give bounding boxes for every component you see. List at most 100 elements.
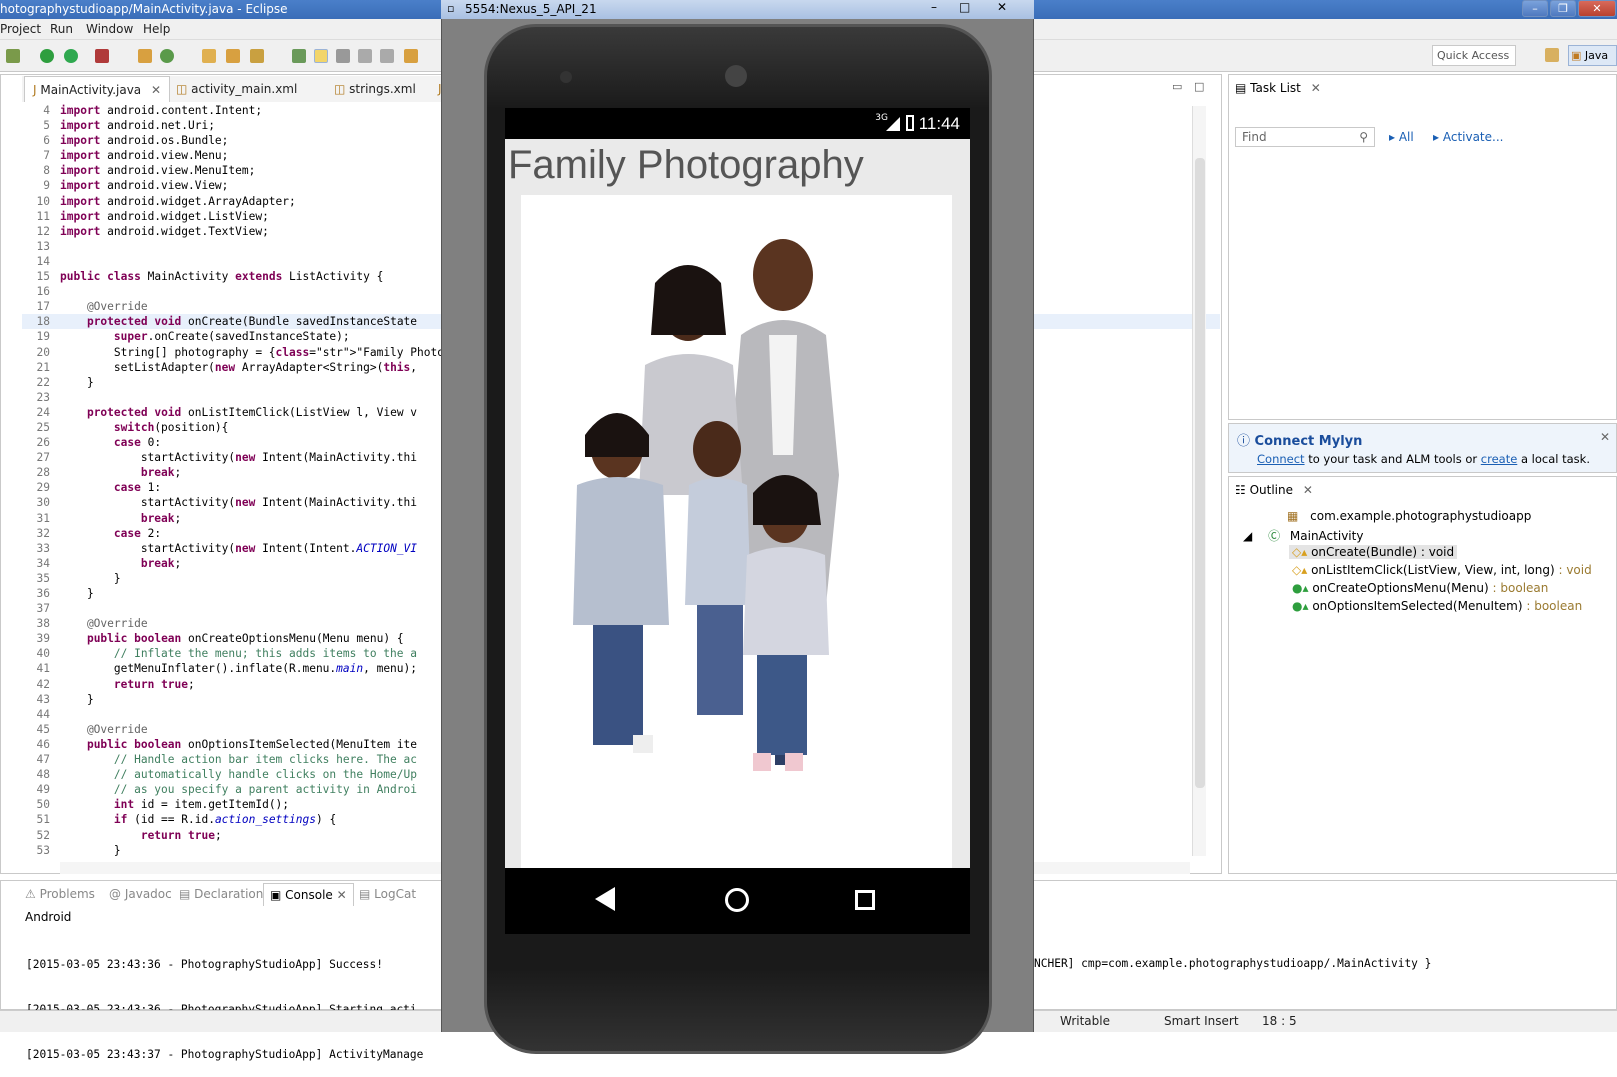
menu-window[interactable]: Window <box>86 22 133 36</box>
minimize-button[interactable]: – <box>931 0 937 14</box>
code-text: import android.view.MenuItem; <box>60 164 256 178</box>
code-text: } <box>60 587 94 600</box>
code-text: // Handle action bar item clicks here. T… <box>60 753 417 767</box>
open-type-icon[interactable] <box>226 49 240 63</box>
info-icon: ⓘ <box>1237 434 1251 449</box>
editor-vertical-scrollbar[interactable] <box>1192 106 1206 856</box>
new-class-icon[interactable] <box>138 49 152 63</box>
declaration-icon: ▤ <box>179 887 191 901</box>
code-text: @Override <box>60 617 148 631</box>
console-line-tail: NCHER] cmp=com.example.photographystudio… <box>1034 957 1432 970</box>
tab-declaration[interactable]: ▤ Declaration <box>179 887 263 901</box>
open-perspective-icon[interactable] <box>1545 48 1559 62</box>
task-list-title: Task List <box>1250 81 1301 95</box>
toggle-mark-icon[interactable] <box>292 49 306 63</box>
editor-minimize-icon[interactable]: ▭ <box>1172 80 1182 93</box>
expand-icon[interactable]: ◢ <box>1243 529 1252 543</box>
outline-tab[interactable]: ☷ Outline ✕ <box>1235 483 1313 497</box>
close-icon[interactable]: ✕ <box>337 888 347 902</box>
search-icon[interactable] <box>250 49 264 63</box>
line-number: 28 <box>36 466 50 480</box>
debug-icon[interactable] <box>40 49 54 63</box>
settings-icon[interactable] <box>6 49 20 63</box>
tab-console[interactable]: ▣ Console ✕ <box>263 883 354 906</box>
close-icon[interactable]: ✕ <box>1600 430 1610 444</box>
line-number: 22 <box>36 375 50 389</box>
outline-method[interactable]: ◇▴ onCreate(Bundle) : void <box>1289 545 1458 559</box>
tab-javadoc[interactable]: @ Javadoc <box>109 887 172 901</box>
code-text: if (id == R.id.action_settings) { <box>113 813 337 827</box>
scroll-thumb[interactable] <box>1195 158 1205 788</box>
editor-maximize-icon[interactable]: □ <box>1194 80 1204 93</box>
outline-method[interactable]: ●▴ onOptionsItemSelected(MenuItem) : boo… <box>1292 599 1582 613</box>
insert-mode-status: Smart Insert <box>1164 1014 1239 1028</box>
recents-icon[interactable] <box>855 890 875 910</box>
line-number: 34 <box>36 556 50 570</box>
menu-run[interactable]: Run <box>50 22 73 36</box>
close-button[interactable]: ✕ <box>997 0 1007 14</box>
tab-logcat[interactable]: ▤ LogCat <box>359 887 416 901</box>
tab-problems[interactable]: ⚠ Problems <box>25 887 95 901</box>
activate-link[interactable]: ▸ Activate... <box>1433 130 1503 144</box>
block-select-icon[interactable] <box>358 49 372 63</box>
create-link[interactable]: create <box>1481 452 1518 466</box>
line-number: 47 <box>36 753 50 767</box>
line-number: 33 <box>36 541 50 555</box>
line-number: 8 <box>43 164 50 178</box>
cursor-position: 18 : 5 <box>1262 1014 1297 1028</box>
task-list-tab[interactable]: ▤ Task List ✕ <box>1235 81 1321 95</box>
home-icon[interactable] <box>725 888 749 912</box>
line-number: 19 <box>36 330 50 344</box>
code-text: String[] photography = {class="str">"Fam… <box>60 345 498 359</box>
close-icon[interactable]: ✕ <box>1303 483 1313 497</box>
console-output[interactable]: [2015-03-05 23:43:36 - PhotographyStudio… <box>26 927 423 1077</box>
code-text: startActivity(new Intent(MainActivity.th… <box>60 451 417 465</box>
tab-mainactivity-java[interactable]: J MainActivity.java ✕ <box>24 76 171 102</box>
java-perspective-button[interactable]: ▣ Java <box>1568 45 1617 66</box>
app-title: Family Photography <box>508 143 864 187</box>
code-text: setListAdapter(new ArrayAdapter<String>(… <box>60 360 418 374</box>
logcat-icon: ▤ <box>359 887 371 901</box>
menu-help[interactable]: Help <box>143 22 170 36</box>
open-folder-icon[interactable] <box>202 49 216 63</box>
tab-activity-main-xml[interactable]: ◫ activity_main.xml <box>168 76 305 102</box>
whitespace-icon[interactable] <box>380 49 394 63</box>
outline-package[interactable]: ▦ com.example.photographystudioapp <box>1287 509 1531 523</box>
line-number: 46 <box>36 737 50 751</box>
menu-project[interactable]: Project <box>0 22 41 36</box>
annotation-icon[interactable] <box>336 49 350 63</box>
next-annotation-icon[interactable] <box>404 49 418 63</box>
code-text: int id = item.getItemId(); <box>113 798 290 812</box>
close-button[interactable]: ✕ <box>1578 0 1616 17</box>
outline-class[interactable]: ◢ Ⓒ MainActivity <box>1243 527 1363 544</box>
line-number: 42 <box>36 677 50 691</box>
highlight-icon[interactable] <box>314 49 328 63</box>
code-text: import android.widget.TextView; <box>60 224 269 238</box>
all-filter-link[interactable]: ▸ All <box>1389 130 1414 144</box>
line-number: 7 <box>43 149 50 163</box>
task-find-input[interactable]: Find ⚲ <box>1235 127 1375 147</box>
connect-link[interactable]: Connect <box>1257 452 1305 466</box>
external-tools-icon[interactable] <box>95 49 109 63</box>
outline-method[interactable]: ◇▴ onListItemClick(ListView, View, int, … <box>1292 563 1592 577</box>
close-icon[interactable]: ✕ <box>1311 81 1321 95</box>
maximize-button[interactable]: □ <box>959 0 970 14</box>
package-icon: ▦ <box>1287 509 1299 523</box>
quick-access-input[interactable]: Quick Access <box>1432 45 1516 66</box>
console-icon: ▣ <box>270 888 282 902</box>
line-number: 11 <box>36 209 50 223</box>
line-number: 18 <box>36 315 50 329</box>
line-number: 5 <box>43 119 50 133</box>
outline-method[interactable]: ●▴ onCreateOptionsMenu(Menu) : boolean <box>1292 581 1548 595</box>
refresh-icon[interactable] <box>160 49 174 63</box>
line-number: 48 <box>36 768 50 782</box>
run-icon[interactable] <box>64 49 78 63</box>
minimize-button[interactable]: – <box>1522 0 1548 17</box>
tab-label: strings.xml <box>349 82 416 96</box>
maximize-button[interactable]: ❐ <box>1550 0 1576 17</box>
back-icon[interactable] <box>595 887 615 911</box>
tab-strings-xml[interactable]: ◫ strings.xml <box>326 76 424 102</box>
close-tab-icon[interactable]: ✕ <box>151 83 161 97</box>
search-icon: ⚲ <box>1359 130 1368 144</box>
code-text: super.onCreate(savedInstanceState); <box>113 330 350 344</box>
